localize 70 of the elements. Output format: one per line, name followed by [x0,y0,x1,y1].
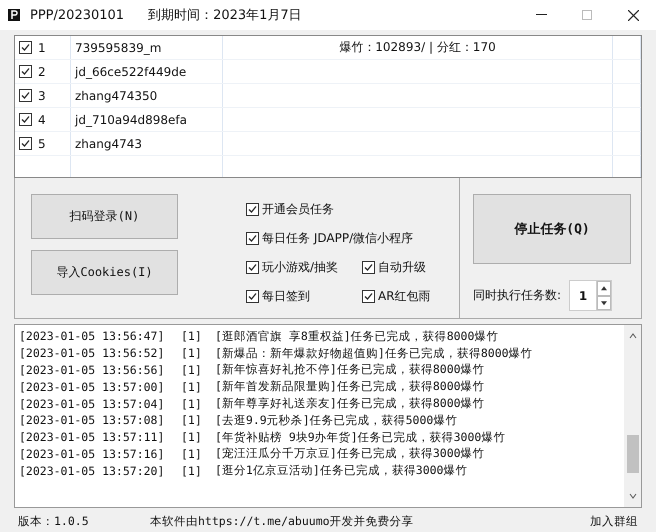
minimize-icon[interactable] [536,14,546,16]
scan-login-button[interactable]: 扫码登录(N) [31,194,178,239]
concurrency-label: 同时执行任务数: [473,287,562,304]
option-label: 每日签到 [262,288,310,305]
log-account: [1] [181,380,203,394]
log-time: [2023-01-05 13:57:00] [19,380,166,394]
checkbox[interactable] [19,65,32,78]
log-account: [1] [181,413,203,428]
account-name: jd_710a94d898efa [75,112,187,126]
close-icon[interactable] [628,10,638,20]
expiry-date: 到期时间：2023年1月7日 [148,7,302,24]
scroll-thumb[interactable] [626,435,638,473]
log-time: [2023-01-05 13:57:20] [19,464,166,478]
account-name: zhang474350 [75,88,158,102]
row-index: 5 [38,136,46,150]
scroll-up-icon[interactable] [628,331,638,341]
log-message: [宠汪汪瓜分千万京豆]任务已完成，获得3000爆竹 [215,446,485,462]
log-message: [新爆品：新年爆款好物超值购]任务已完成，获得8000爆竹 [215,346,533,361]
log-message: [去逛9.9元秒杀]任务已完成，获得5000爆竹 [215,412,458,428]
stop-task-button[interactable]: 停止任务(Q) [473,194,631,264]
log-account: [1] [181,346,203,360]
version-label: 版本：1.0.5 [18,514,90,528]
log-time: [2023-01-05 13:56:56] [19,362,166,377]
log-message: [新年惊喜好礼抢不停]任务已完成，获得8000爆竹 [215,362,485,378]
log-time: [2023-01-05 13:57:04] [19,396,166,411]
option-label: 开通会员任务 [262,201,334,218]
log-message: [年货补贴榜 9块9办年货]任务已完成，获得3000爆竹 [215,430,506,445]
account-stats: 爆竹：102893/ | 分红：170 [339,39,496,56]
log-account: [1] [181,446,203,461]
log-message: [逛分1亿京豆活动]任务已完成，获得3000爆竹 [215,463,468,478]
scrollbar[interactable] [624,325,641,507]
checkbox[interactable] [362,290,375,303]
log-account: [1] [181,464,203,478]
row-index: 1 [38,40,46,54]
account-name: 739595839_m [75,40,162,54]
row-index: 4 [38,112,46,126]
log-account: [1] [181,362,203,377]
account-name: jd_66ce522f449de [75,64,186,78]
checkbox[interactable] [19,41,32,54]
option-label: 玩小游戏/抽奖 [262,259,338,276]
log-time: [2023-01-05 13:57:16] [19,446,166,461]
checkbox[interactable] [19,89,32,102]
log-time: [2023-01-05 13:57:08] [19,413,166,428]
log-message: [逛郎酒官旗 享8重权益]任务已完成，获得8000爆竹 [215,328,498,344]
log-message: [新年首发新品限量购]任务已完成，获得8000爆竹 [215,379,485,394]
log-time: [2023-01-05 13:57:11] [19,430,166,444]
join-group-link[interactable]: 加入群组 [590,514,638,528]
log-account: [1] [181,329,203,344]
row-index: 3 [38,88,46,102]
log-account: [1] [181,396,203,411]
option-label: 自动升级 [378,259,426,276]
window-title: PPP/20230101 [30,8,124,22]
checkbox[interactable] [246,261,259,274]
account-name: zhang4743 [75,136,142,150]
log-message: [新年尊享好礼送亲友]任务已完成，获得8000爆竹 [215,396,485,412]
option-label: AR红包雨 [378,288,431,305]
log-account: [1] [181,430,203,444]
checkbox[interactable] [246,290,259,303]
row-index: 2 [38,64,46,78]
credit-text: 本软件由https://t.me/abuumo开发并免费分享 [150,514,414,528]
log-time: [2023-01-05 13:56:47] [19,329,166,344]
scroll-down-icon[interactable] [628,491,638,501]
import-cookies-button[interactable]: 导入Cookies(I) [31,250,178,295]
checkbox[interactable] [246,232,259,245]
checkbox[interactable] [19,113,32,126]
option-label: 每日任务 JDAPP/微信小程序 [262,230,414,247]
checkbox[interactable] [362,261,375,274]
log-time: [2023-01-05 13:56:52] [19,346,166,360]
checkbox[interactable] [246,203,259,216]
checkbox[interactable] [19,137,32,150]
